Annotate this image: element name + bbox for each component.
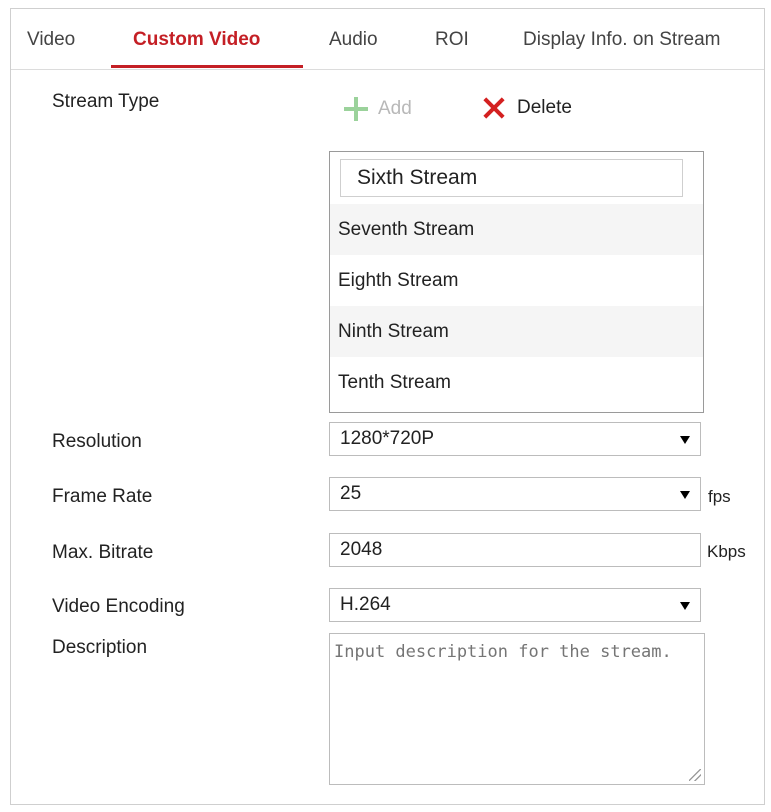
video-encoding-value: H.264 [340,594,391,615]
tab-display-info[interactable]: Display Info. on Stream [523,29,720,51]
tab-roi[interactable]: ROI [435,29,469,51]
resolution-select[interactable]: 1280*720P [329,422,701,456]
video-encoding-select[interactable]: H.264 [329,588,701,622]
frame-rate-select[interactable]: 25 [329,477,701,511]
custom-video-panel: Video Custom Video Audio ROI Display Inf… [10,8,765,805]
frame-rate-unit: fps [708,487,731,506]
frame-rate-label: Frame Rate [52,486,153,507]
tab-bar: Video Custom Video Audio ROI Display Inf… [11,9,764,70]
tab-video[interactable]: Video [27,29,75,51]
stream-item-ninth[interactable]: Ninth Stream [330,306,703,357]
resolution-value: 1280*720P [340,428,435,449]
video-encoding-label: Video Encoding [52,596,185,617]
stream-item-tenth[interactable]: Tenth Stream [330,357,703,408]
tab-audio[interactable]: Audio [329,29,378,51]
plus-icon [344,97,368,121]
max-bitrate-unit: Kbps [707,542,746,561]
resize-handle-icon[interactable] [689,769,701,781]
delete-button[interactable]: Delete [483,97,572,119]
stream-type-label: Stream Type [52,91,160,112]
resolution-label: Resolution [52,431,142,452]
max-bitrate-label: Max. Bitrate [52,542,154,563]
stream-name-input[interactable] [340,159,683,197]
active-tab-indicator [111,65,303,68]
frame-rate-value: 25 [340,483,362,504]
stream-item-eighth[interactable]: Eighth Stream [330,255,703,306]
max-bitrate-input[interactable] [329,533,701,567]
x-icon [483,97,505,119]
add-button-label: Add [378,98,412,119]
dropdown-arrow-icon [680,602,690,610]
dropdown-arrow-icon [680,436,690,444]
tab-custom-video[interactable]: Custom Video [133,29,260,51]
add-button[interactable]: Add [344,97,412,121]
stream-list: Seventh Stream Eighth Stream Ninth Strea… [329,151,704,413]
delete-button-label: Delete [517,97,572,118]
dropdown-arrow-icon [680,491,690,499]
description-label: Description [52,637,148,658]
description-textarea[interactable] [329,633,705,785]
stream-item-seventh[interactable]: Seventh Stream [330,204,703,255]
